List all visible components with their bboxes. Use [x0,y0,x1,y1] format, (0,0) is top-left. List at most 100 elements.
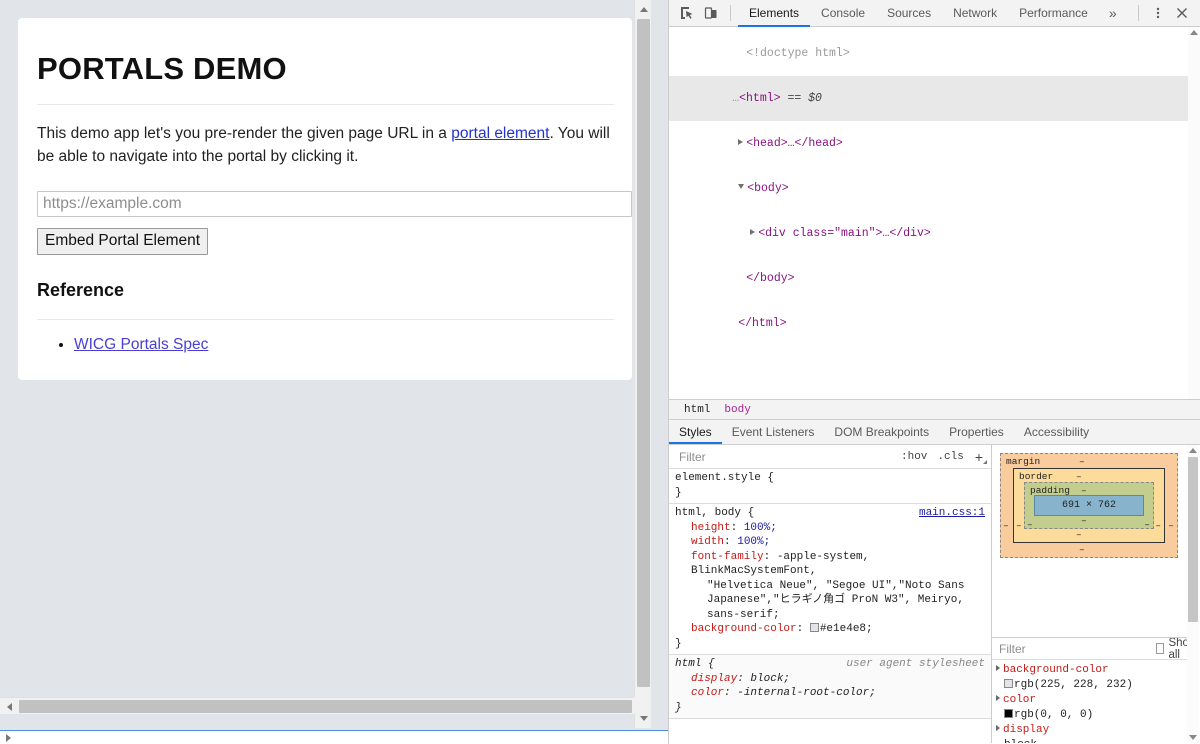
dom-scroll-up-icon[interactable] [1188,27,1200,38]
expand-triangle-icon[interactable] [996,665,1000,671]
css-decl-font-family[interactable]: font-family: -apple-system, BlinkMacSyst… [675,550,985,579]
padding-top-value[interactable]: – [1081,485,1087,496]
expand-arrow-icon[interactable] [738,139,744,145]
scroll-up-arrow-icon[interactable] [635,1,651,18]
css-decl-display[interactable]: display: block; [675,672,985,687]
computed-prop-display[interactable]: display [992,723,1199,738]
tab-performance[interactable]: Performance [1008,0,1099,27]
css-val-background-color[interactable]: #e1e4e8; [820,623,873,635]
tab-overflow-chevron-icon[interactable]: » [1099,0,1127,27]
right-pane-scrollbar[interactable] [1187,445,1199,743]
padding-left-value[interactable]: – [1027,519,1033,530]
expand-arrow-icon-2[interactable] [750,229,756,235]
tab-network[interactable]: Network [942,0,1008,27]
dom-node-html[interactable]: …<html> == $0 [669,76,1200,121]
computed-prop-color[interactable]: color [992,693,1199,708]
breadcrumb-item-html[interactable]: html [677,404,717,416]
css-rule-ua-html[interactable]: user agent stylesheet html { display: bl… [669,655,991,719]
border-left-value[interactable]: – [1016,520,1022,531]
box-model-padding[interactable]: padding – – – – 691 × 762 [1024,482,1154,530]
padding-right-value[interactable]: – [1144,519,1150,530]
portal-element-link[interactable]: portal element [451,125,549,142]
css-decl-background-color[interactable]: background-color: #e1e4e8; [675,622,985,637]
computed-styles-pane: Show all background-color rgb(225, 228, … [992,637,1199,743]
portal-url-input[interactable] [37,191,632,218]
box-model-and-computed-pane: margin – – – – border – – – – padding – … [992,445,1199,743]
expand-triangle-icon-3[interactable] [996,725,1000,731]
vertical-scroll-thumb[interactable] [637,19,650,687]
computed-prop-background-color-name: background-color [1003,664,1109,676]
tab-sources[interactable]: Sources [876,0,942,27]
color-swatch-icon[interactable] [809,623,819,632]
box-model-content-size[interactable]: 691 × 762 [1034,495,1144,516]
page-vertical-scrollbar[interactable] [634,0,651,728]
device-toolbar-icon[interactable] [699,1,723,25]
dom-tree-scrollbar[interactable] [1188,27,1200,399]
right-scroll-down-icon[interactable] [1187,732,1199,743]
box-model-border[interactable]: border – – – – padding – – – – 691 × 762 [1013,468,1165,543]
tab-accessibility[interactable]: Accessibility [1014,420,1099,444]
inspect-element-icon[interactable] [675,1,699,25]
margin-left-value[interactable]: – [1003,520,1009,531]
dom-node-doctype[interactable]: <!doctype html> [669,31,1200,76]
tab-styles[interactable]: Styles [669,420,722,444]
expand-triangle-icon-2[interactable] [996,695,1000,701]
tab-properties-label: Properties [949,425,1004,439]
computed-val-color: rgb(0, 0, 0) [992,708,1199,723]
css-rule-element-style[interactable]: element.style { } [669,469,991,504]
computed-color-swatch-icon-2[interactable] [1004,709,1013,718]
hov-toggle-button[interactable]: :hov [896,451,932,463]
kebab-menu-icon[interactable] [1146,1,1170,25]
computed-filter-input[interactable] [997,640,1156,657]
dom-node-body-close-text: </body> [746,272,795,285]
collapse-arrow-icon[interactable] [738,184,745,189]
computed-prop-background-color[interactable]: background-color [992,663,1199,678]
css-decl-width[interactable]: width: 100%; [675,535,985,550]
margin-right-value[interactable]: – [1168,520,1174,531]
status-strip [0,730,668,744]
css-val-font-family-2: "Helvetica Neue", "Segoe UI","Noto Sans [707,579,965,592]
new-style-rule-button[interactable]: + [969,449,987,465]
tab-event-listeners[interactable]: Event Listeners [722,420,825,444]
embed-portal-button[interactable]: Embed Portal Element [37,228,209,256]
close-icon[interactable] [1170,1,1194,25]
right-scroll-up-icon[interactable] [1187,445,1199,456]
css-val-height[interactable]: 100%; [744,522,777,534]
border-bottom-value[interactable]: – [1076,529,1082,540]
computed-color-swatch-icon[interactable] [1004,679,1013,688]
dom-node-div-main[interactable]: <div class="main">…</div> [669,211,1200,256]
tab-elements[interactable]: Elements [738,0,811,27]
tab-performance-label: Performance [1019,6,1088,20]
dom-node-html-close[interactable]: </html> [669,301,1200,346]
computed-val-display: block [992,738,1199,743]
tab-dom-breakpoints[interactable]: DOM Breakpoints [824,420,939,444]
scroll-left-arrow-icon[interactable] [1,698,18,715]
dom-node-head[interactable]: <head>…</head> [669,121,1200,166]
tab-properties[interactable]: Properties [939,420,1014,444]
css-decl-height[interactable]: height: 100%; [675,521,985,536]
cls-toggle-button[interactable]: .cls [932,451,968,463]
border-top-value[interactable]: – [1076,471,1082,482]
page-horizontal-scrollbar[interactable] [0,697,651,714]
styles-tab-bar: Styles Event Listeners DOM Breakpoints P… [669,420,1200,445]
breadcrumb-item-body[interactable]: body [717,404,757,416]
show-all-checkbox[interactable] [1156,643,1165,654]
horizontal-scroll-thumb[interactable] [19,700,632,713]
css-decl-color[interactable]: color: -internal-root-color; [675,686,985,701]
css-source-link[interactable]: main.css:1 [919,506,985,521]
border-right-value[interactable]: – [1155,520,1161,531]
dom-node-body[interactable]: <body> [669,166,1200,211]
margin-bottom-value[interactable]: – [1079,544,1085,555]
styles-filter-input[interactable] [673,448,896,465]
css-rule-selector[interactable]: element.style { [675,471,985,486]
tab-console[interactable]: Console [810,0,876,27]
dom-tree[interactable]: <!doctype html> …<html> == $0 <head>…</h… [669,27,1200,399]
css-val-width[interactable]: 100%; [737,536,770,548]
dom-node-body-close[interactable]: </body> [669,256,1200,301]
box-model-margin[interactable]: margin – – – – border – – – – padding – … [1000,453,1178,558]
margin-top-value[interactable]: – [1079,456,1085,467]
padding-bottom-value[interactable]: – [1081,515,1087,526]
wicg-portals-spec-link[interactable]: WICG Portals Spec [74,336,208,353]
page-content-area: PORTALS DEMO This demo app let's you pre… [0,0,651,728]
css-rule-html-body[interactable]: main.css:1 html, body { height: 100%; wi… [669,504,991,655]
